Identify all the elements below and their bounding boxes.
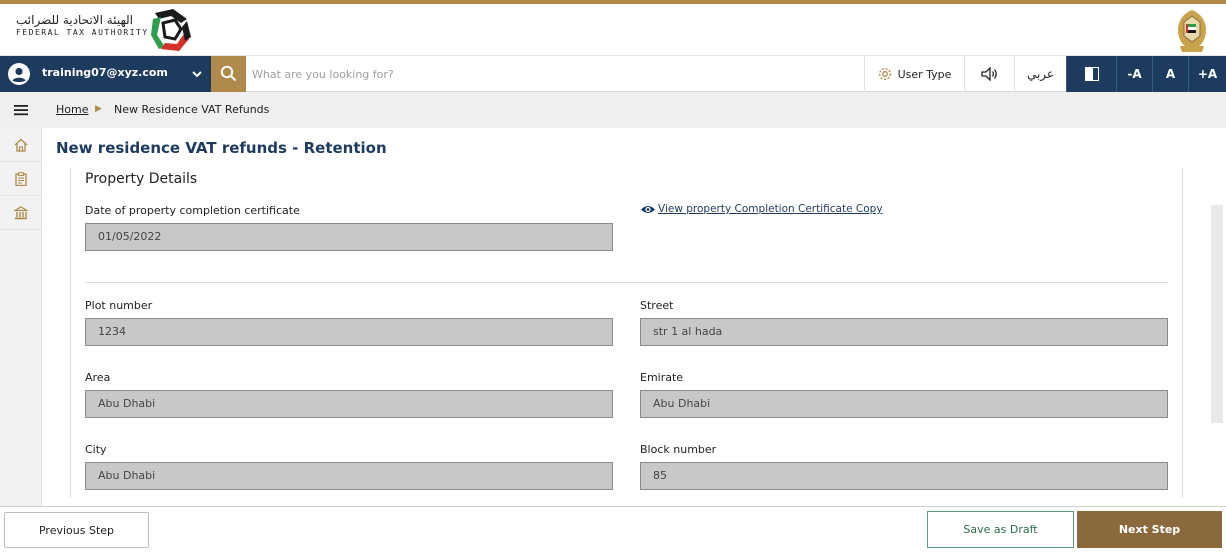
gear-icon <box>878 68 891 80</box>
page-title: New residence VAT refunds - Retention <box>56 139 387 157</box>
font-reset-button[interactable]: A <box>1152 56 1188 92</box>
breadcrumb-separator-icon: ▶ <box>95 104 102 114</box>
search-input[interactable] <box>252 62 852 86</box>
sidebar-item-institution[interactable] <box>0 196 42 230</box>
plot-number-field: 1234 <box>85 318 613 346</box>
hamburger-icon <box>14 105 28 116</box>
breadcrumb-bar: Home ▶ New Residence VAT Refunds <box>0 92 1226 128</box>
menu-button[interactable] <box>0 92 42 128</box>
search-icon <box>220 65 237 82</box>
block-number-field: 85 <box>640 462 1168 490</box>
scrollbar[interactable] <box>1211 205 1223 423</box>
sidebar <box>0 128 42 506</box>
clipboard-icon <box>15 171 27 186</box>
sidebar-item-home[interactable] <box>0 128 42 162</box>
bank-icon <box>14 205 28 219</box>
breadcrumb-home-link[interactable]: Home <box>56 103 88 116</box>
language-toggle[interactable]: عربي <box>1014 56 1066 92</box>
logo-english-text: FEDERAL TAX AUTHORITY <box>16 28 149 37</box>
breadcrumb-current: New Residence VAT Refunds <box>114 103 270 116</box>
home-icon <box>14 138 28 152</box>
completion-date-label: Date of property completion certificate <box>85 204 300 217</box>
uae-emblem-icon <box>1178 10 1206 52</box>
next-step-button[interactable]: Next Step <box>1077 511 1222 548</box>
area-field: Abu Dhabi <box>85 390 613 418</box>
view-certificate-link[interactable]: View property Completion Certificate Cop… <box>640 203 883 215</box>
street-label: Street <box>640 299 674 312</box>
save-draft-button[interactable]: Save as Draft <box>927 511 1074 548</box>
sidebar-item-tasks[interactable] <box>0 162 42 196</box>
top-navbar: training07@xyz.com User Type عربي -A A <box>0 56 1226 92</box>
contrast-toggle[interactable] <box>1066 56 1116 92</box>
user-type-button[interactable]: User Type <box>864 56 964 92</box>
emirate-label: Emirate <box>640 371 684 384</box>
footer-actions: Previous Step Save as Draft Next Step <box>0 506 1226 552</box>
font-decrease-button[interactable]: -A <box>1116 56 1152 92</box>
view-certificate-label: View property Completion Certificate Cop… <box>658 203 883 215</box>
user-avatar-icon <box>8 63 30 85</box>
speaker-icon <box>980 67 997 81</box>
search-button[interactable] <box>211 56 246 92</box>
previous-step-button[interactable]: Previous Step <box>4 512 149 548</box>
area-label: Area <box>85 371 111 384</box>
city-field: Abu Dhabi <box>85 462 613 490</box>
section-divider <box>85 282 1168 283</box>
font-increase-button[interactable]: +A <box>1188 56 1226 92</box>
audio-button[interactable] <box>964 56 1014 92</box>
emirate-field: Abu Dhabi <box>640 390 1168 418</box>
completion-date-field: 01/05/2022 <box>85 223 613 251</box>
block-number-label: Block number <box>640 443 717 456</box>
logo-arabic-text: الهيئة الاتحادية للضرائب <box>16 13 133 27</box>
user-type-label: User Type <box>897 67 952 81</box>
contrast-icon <box>1084 67 1099 81</box>
eye-icon <box>641 205 655 213</box>
section-title: Property Details <box>85 171 198 187</box>
street-field: str 1 al hada <box>640 318 1168 346</box>
city-label: City <box>85 443 107 456</box>
user-email: training07@xyz.com <box>42 66 168 79</box>
plot-number-label: Plot number <box>85 299 153 312</box>
site-header: الهيئة الاتحادية للضرائب FEDERAL TAX AUT… <box>0 4 1226 56</box>
user-menu[interactable]: training07@xyz.com <box>0 56 211 92</box>
chevron-down-icon[interactable] <box>191 68 203 80</box>
fta-logo-icon[interactable] <box>151 7 191 53</box>
